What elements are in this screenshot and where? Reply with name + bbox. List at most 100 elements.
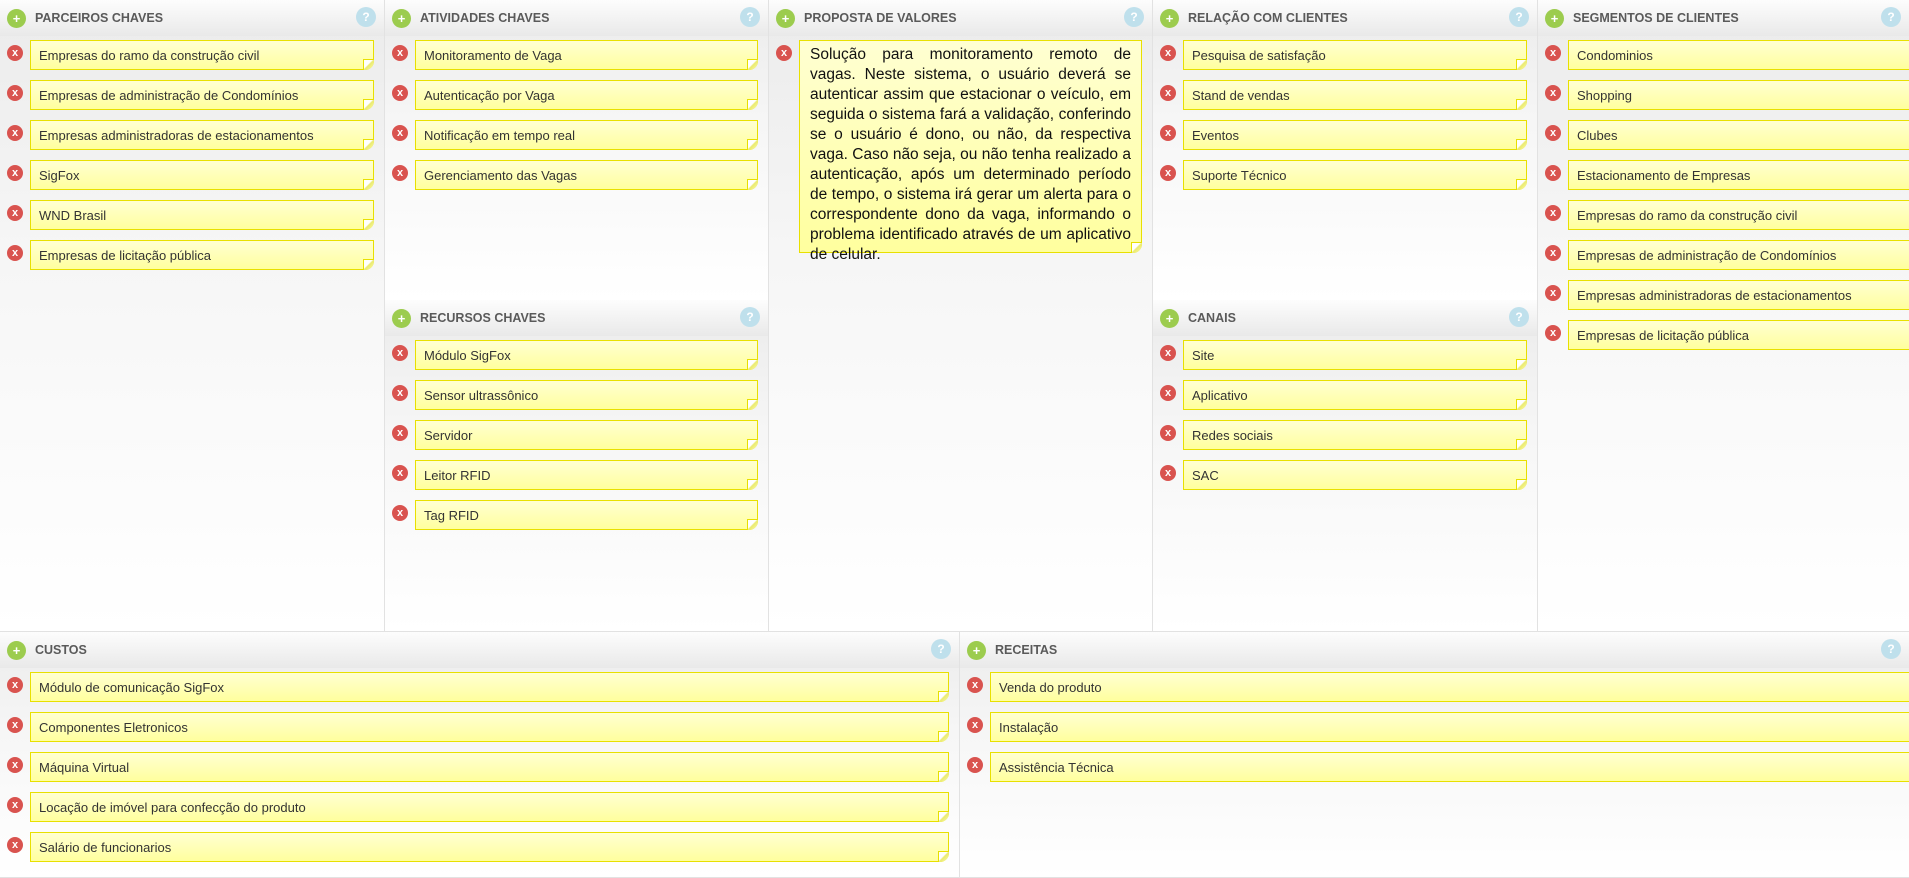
delete-icon[interactable]: x bbox=[392, 165, 408, 181]
sticky-note[interactable]: Solução para monitoramento remoto de vag… bbox=[799, 40, 1142, 263]
sticky-note[interactable]: Redes sociais bbox=[1183, 420, 1527, 450]
help-icon[interactable]: ? bbox=[356, 7, 376, 27]
delete-icon[interactable]: x bbox=[392, 385, 408, 401]
sticky-note[interactable]: SigFox bbox=[30, 160, 374, 190]
delete-icon[interactable]: x bbox=[7, 837, 23, 853]
sticky-note[interactable]: Stand de vendas bbox=[1183, 80, 1527, 110]
sticky-note[interactable]: Condominios bbox=[1568, 40, 1909, 70]
sticky-note[interactable]: Eventos bbox=[1183, 120, 1527, 150]
sticky-note[interactable]: Servidor bbox=[415, 420, 758, 450]
sticky-note[interactable]: Salário de funcionarios bbox=[30, 832, 949, 862]
delete-icon[interactable]: x bbox=[967, 757, 983, 773]
sticky-note[interactable]: Empresas de licitação pública bbox=[1568, 320, 1909, 350]
help-icon[interactable]: ? bbox=[1881, 7, 1901, 27]
delete-icon[interactable]: x bbox=[392, 505, 408, 521]
sticky-note[interactable]: Máquina Virtual bbox=[30, 752, 949, 782]
sticky-note[interactable]: Aplicativo bbox=[1183, 380, 1527, 410]
delete-icon[interactable]: x bbox=[1160, 345, 1176, 361]
sticky-note[interactable]: Módulo de comunicação SigFox bbox=[30, 672, 949, 702]
delete-icon[interactable]: x bbox=[967, 717, 983, 733]
list-item: x Pesquisa de satisfação bbox=[1153, 40, 1537, 80]
sticky-note[interactable]: Pesquisa de satisfação bbox=[1183, 40, 1527, 70]
delete-icon[interactable]: x bbox=[392, 125, 408, 141]
sticky-note[interactable]: Empresas de licitação pública bbox=[30, 240, 374, 270]
delete-icon[interactable]: x bbox=[1545, 325, 1561, 341]
sticky-note[interactable]: Tag RFID bbox=[415, 500, 758, 530]
sticky-note[interactable]: Autenticação por Vaga bbox=[415, 80, 758, 110]
delete-icon[interactable]: x bbox=[392, 465, 408, 481]
delete-icon[interactable]: x bbox=[1160, 165, 1176, 181]
delete-icon[interactable]: x bbox=[7, 757, 23, 773]
sticky-note[interactable]: Shopping bbox=[1568, 80, 1909, 110]
sticky-note[interactable]: Notificação em tempo real bbox=[415, 120, 758, 150]
delete-icon[interactable]: x bbox=[7, 45, 23, 61]
delete-icon[interactable]: x bbox=[392, 45, 408, 61]
add-icon[interactable]: + bbox=[967, 640, 986, 660]
delete-icon[interactable]: x bbox=[1545, 245, 1561, 261]
delete-icon[interactable]: x bbox=[7, 797, 23, 813]
sticky-note[interactable]: Locação de imóvel para confecção do prod… bbox=[30, 792, 949, 822]
delete-icon[interactable]: x bbox=[1545, 45, 1561, 61]
add-icon[interactable]: + bbox=[1545, 8, 1564, 28]
delete-icon[interactable]: x bbox=[7, 165, 23, 181]
delete-icon[interactable]: x bbox=[7, 85, 23, 101]
delete-icon[interactable]: x bbox=[1545, 285, 1561, 301]
sticky-note[interactable]: Suporte Técnico bbox=[1183, 160, 1527, 190]
sticky-note[interactable]: Instalação bbox=[990, 712, 1909, 742]
delete-icon[interactable]: x bbox=[7, 205, 23, 221]
sticky-note[interactable]: Módulo SigFox bbox=[415, 340, 758, 370]
delete-icon[interactable]: x bbox=[1545, 125, 1561, 141]
add-icon[interactable]: + bbox=[1160, 308, 1179, 328]
help-icon[interactable]: ? bbox=[1509, 7, 1529, 27]
sticky-note[interactable]: SAC bbox=[1183, 460, 1527, 490]
sticky-note[interactable]: Sensor ultrassônico bbox=[415, 380, 758, 410]
add-icon[interactable]: + bbox=[7, 8, 26, 28]
delete-icon[interactable]: x bbox=[7, 125, 23, 141]
add-icon[interactable]: + bbox=[392, 308, 411, 328]
delete-icon[interactable]: x bbox=[1545, 165, 1561, 181]
sticky-note[interactable]: Gerenciamento das Vagas bbox=[415, 160, 758, 190]
sticky-note[interactable]: Assistência Técnica bbox=[990, 752, 1909, 782]
delete-icon[interactable]: x bbox=[392, 85, 408, 101]
sticky-note[interactable]: WND Brasil bbox=[30, 200, 374, 230]
sticky-note[interactable]: Venda do produto bbox=[990, 672, 1909, 702]
sticky-note[interactable]: Empresas do ramo da construção civil bbox=[30, 40, 374, 70]
help-icon[interactable]: ? bbox=[1881, 639, 1901, 659]
sticky-note[interactable]: Empresas administradoras de estacionamen… bbox=[1568, 280, 1909, 310]
list-item: x Locação de imóvel para confecção do pro… bbox=[0, 792, 959, 832]
delete-icon[interactable]: x bbox=[1160, 125, 1176, 141]
help-icon[interactable]: ? bbox=[740, 7, 760, 27]
sticky-note[interactable]: Leitor RFID bbox=[415, 460, 758, 490]
add-icon[interactable]: + bbox=[1160, 8, 1179, 28]
help-icon[interactable]: ? bbox=[740, 307, 760, 327]
delete-icon[interactable]: x bbox=[1160, 465, 1176, 481]
sticky-note[interactable]: Monitoramento de Vaga bbox=[415, 40, 758, 70]
sticky-note[interactable]: Empresas administradoras de estacionamen… bbox=[30, 120, 374, 150]
delete-icon[interactable]: x bbox=[1160, 385, 1176, 401]
sticky-note[interactable]: Empresas de administração de Condomínios bbox=[30, 80, 374, 110]
delete-icon[interactable]: x bbox=[1545, 205, 1561, 221]
delete-icon[interactable]: x bbox=[1160, 425, 1176, 441]
delete-icon[interactable]: x bbox=[7, 677, 23, 693]
delete-icon[interactable]: x bbox=[1160, 45, 1176, 61]
delete-icon[interactable]: x bbox=[967, 677, 983, 693]
delete-icon[interactable]: x bbox=[392, 345, 408, 361]
add-icon[interactable]: + bbox=[776, 8, 795, 28]
delete-icon[interactable]: x bbox=[7, 245, 23, 261]
sticky-note[interactable]: Empresas do ramo da construção civil bbox=[1568, 200, 1909, 230]
delete-icon[interactable]: x bbox=[392, 425, 408, 441]
help-icon[interactable]: ? bbox=[1509, 307, 1529, 327]
sticky-note[interactable]: Clubes bbox=[1568, 120, 1909, 150]
delete-icon[interactable]: x bbox=[1545, 85, 1561, 101]
help-icon[interactable]: ? bbox=[931, 639, 951, 659]
delete-icon[interactable]: x bbox=[7, 717, 23, 733]
add-icon[interactable]: + bbox=[392, 8, 411, 28]
sticky-note[interactable]: Site bbox=[1183, 340, 1527, 370]
sticky-note[interactable]: Componentes Eletronicos bbox=[30, 712, 949, 742]
sticky-note[interactable]: Estacionamento de Empresas bbox=[1568, 160, 1909, 190]
add-icon[interactable]: + bbox=[7, 640, 26, 660]
delete-icon[interactable]: x bbox=[776, 45, 792, 61]
sticky-note[interactable]: Empresas de administração de Condomínios bbox=[1568, 240, 1909, 270]
delete-icon[interactable]: x bbox=[1160, 85, 1176, 101]
help-icon[interactable]: ? bbox=[1124, 7, 1144, 27]
